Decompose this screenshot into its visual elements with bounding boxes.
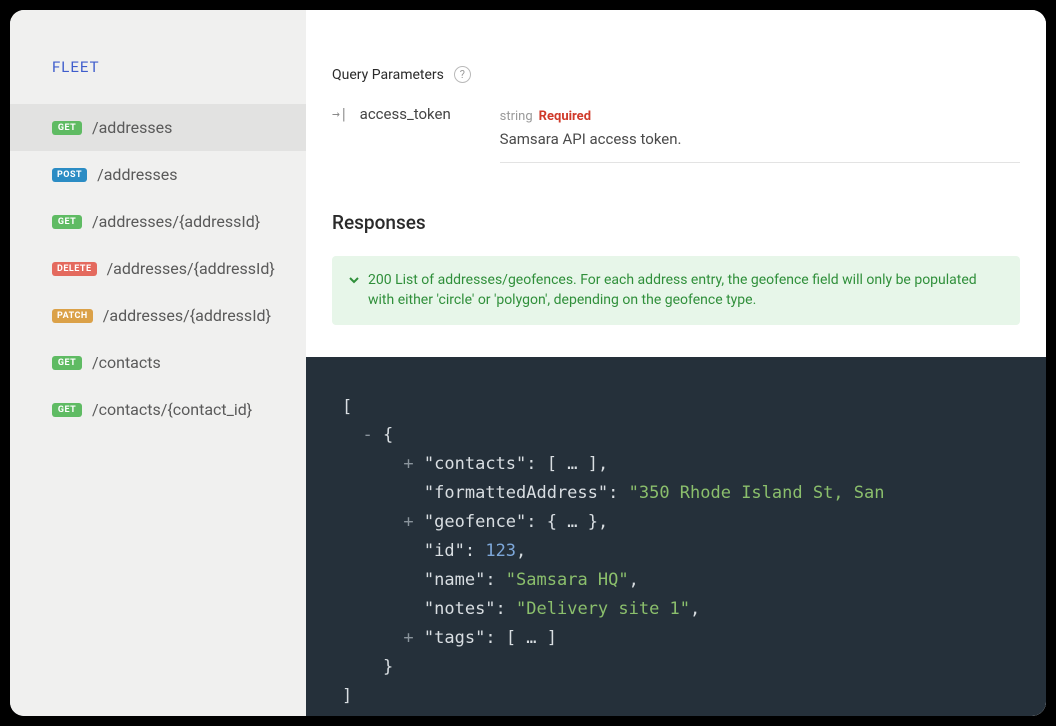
response-example-code: [ - { + "contacts": [ … ], "formattedAdd… bbox=[306, 357, 1046, 716]
nav-item-addresses-get[interactable]: GET /addresses bbox=[10, 104, 306, 151]
nav-item-contact-get[interactable]: GET /contacts/{contact_id} bbox=[10, 386, 306, 433]
code-key: "tags" bbox=[424, 628, 485, 648]
code-key: "name" bbox=[424, 570, 485, 590]
param-required: Required bbox=[539, 109, 591, 124]
param-name: access_token bbox=[360, 105, 488, 123]
code-val: "Samsara HQ" bbox=[506, 570, 629, 590]
code-key: "formattedAddress" bbox=[424, 483, 608, 503]
divider bbox=[500, 162, 1020, 163]
nav-item-address-get[interactable]: GET /addresses/{addressId} bbox=[10, 198, 306, 245]
nav-item-address-patch[interactable]: PATCH /addresses/{addressId} bbox=[10, 292, 306, 339]
code-key: "contacts" bbox=[424, 454, 526, 474]
method-badge: GET bbox=[52, 356, 82, 370]
code-val: 123 bbox=[485, 541, 516, 561]
help-icon[interactable]: ? bbox=[454, 66, 471, 83]
nav-path: /addresses bbox=[97, 165, 177, 184]
param-description: Samsara API access token. bbox=[500, 130, 1020, 148]
code-val: "Delivery site 1" bbox=[516, 599, 690, 619]
response-banner-text: 200 List of addresses/geofences. For eac… bbox=[368, 270, 1004, 311]
app-frame: FLEET GET /addresses POST /addresses GET… bbox=[10, 10, 1046, 716]
method-badge: GET bbox=[52, 403, 82, 417]
nav-item-address-delete[interactable]: DELETE /addresses/{addressId} bbox=[10, 245, 306, 292]
query-params-label: Query Parameters bbox=[332, 67, 444, 83]
method-badge: GET bbox=[52, 215, 82, 229]
nav-path: /contacts bbox=[92, 353, 161, 372]
code-val: [ … ] bbox=[506, 628, 557, 648]
param-arrow-icon: →| bbox=[332, 107, 348, 122]
responses-title: Responses bbox=[332, 211, 1020, 234]
nav-path: /addresses bbox=[92, 118, 172, 137]
nav-path: /addresses/{addressId} bbox=[92, 212, 260, 231]
method-badge: POST bbox=[52, 168, 87, 182]
param-row-access-token: →| access_token string Required Samsara … bbox=[332, 105, 1020, 163]
code-key: "notes" bbox=[424, 599, 496, 619]
response-200-banner[interactable]: 200 List of addresses/geofences. For eac… bbox=[332, 256, 1020, 325]
nav-item-addresses-post[interactable]: POST /addresses bbox=[10, 151, 306, 198]
code-val: { … } bbox=[547, 512, 598, 532]
nav-path: /contacts/{contact_id} bbox=[92, 400, 252, 419]
chevron-down-icon bbox=[348, 272, 360, 311]
code-key: "id" bbox=[424, 541, 465, 561]
code-key: "geofence" bbox=[424, 512, 526, 532]
sidebar-title: FLEET bbox=[10, 58, 306, 104]
main-content: Query Parameters ? →| access_token strin… bbox=[306, 10, 1046, 716]
nav-path: /addresses/{addressId} bbox=[103, 306, 271, 325]
nav-item-contacts-get[interactable]: GET /contacts bbox=[10, 339, 306, 386]
sidebar: FLEET GET /addresses POST /addresses GET… bbox=[10, 10, 306, 716]
nav-path: /addresses/{addressId} bbox=[107, 259, 275, 278]
code-val: [ … ] bbox=[547, 454, 598, 474]
query-params-header: Query Parameters ? bbox=[332, 66, 1020, 83]
content-top: Query Parameters ? →| access_token strin… bbox=[306, 10, 1046, 325]
param-type: string bbox=[500, 109, 533, 124]
method-badge: PATCH bbox=[52, 309, 93, 323]
param-meta: string Required Samsara API access token… bbox=[500, 105, 1020, 163]
method-badge: GET bbox=[52, 121, 82, 135]
code-val: "350 Rhode Island St, San bbox=[629, 483, 885, 503]
method-badge: DELETE bbox=[52, 262, 97, 276]
